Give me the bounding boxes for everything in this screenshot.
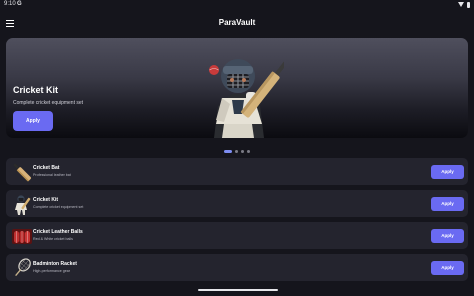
- apply-button[interactable]: Apply: [431, 165, 464, 179]
- apply-button[interactable]: Apply: [431, 261, 464, 275]
- app-title: ParaVault: [218, 18, 256, 27]
- apply-button[interactable]: Apply: [431, 229, 464, 243]
- google-badge-icon: G: [17, 1, 22, 7]
- status-time: 9:10: [4, 1, 16, 7]
- carousel-dot-active[interactable]: [224, 149, 232, 153]
- carousel-dot[interactable]: [241, 149, 244, 153]
- badminton-racket-icon: [15, 258, 31, 276]
- product-title: Badminton Racket: [33, 261, 77, 267]
- product-card-cricket-leather-balls[interactable]: Cricket Leather Balls Red & White cricke…: [6, 222, 468, 249]
- product-title: Cricket Bat: [33, 165, 60, 171]
- wifi-icon: [458, 2, 464, 7]
- apply-button[interactable]: Apply: [431, 197, 464, 211]
- app-bar: ParaVault: [0, 12, 474, 36]
- product-card-cricket-bat[interactable]: Cricket Bat Professional leather bat App…: [6, 158, 468, 185]
- product-card-badminton-racket[interactable]: Badminton Racket High-performance gear A…: [6, 254, 468, 281]
- hero-subtitle: Complete cricket equipment set: [13, 100, 84, 106]
- product-description: Professional leather bat: [33, 173, 71, 177]
- status-icons: [458, 1, 470, 8]
- battery-icon: [467, 1, 470, 8]
- product-title: Cricket Kit: [33, 197, 59, 203]
- hero-apply-button[interactable]: Apply: [13, 111, 53, 131]
- carousel-dot[interactable]: [235, 149, 238, 153]
- home-indicator[interactable]: [198, 289, 278, 291]
- hero-banner[interactable]: Cricket Kit Complete cricket equipment s…: [6, 38, 468, 138]
- carousel-indicator: [224, 149, 250, 153]
- cricket-balls-icon: [12, 229, 32, 244]
- product-description: Complete cricket equipment set: [33, 205, 84, 209]
- cricket-batsman-illustration: [209, 59, 284, 138]
- product-description: High-performance gear: [33, 269, 70, 273]
- status-bar: 9:10 G: [0, 0, 474, 10]
- carousel-dot[interactable]: [247, 149, 250, 153]
- product-description: Red & White cricket balls: [33, 237, 73, 241]
- hero-title: Cricket Kit: [13, 85, 59, 95]
- product-title: Cricket Leather Balls: [33, 229, 83, 235]
- product-card-cricket-kit[interactable]: Cricket Kit Complete cricket equipment s…: [6, 190, 468, 217]
- cricket-player-icon: [15, 195, 31, 215]
- cricket-bat-icon: [13, 163, 32, 182]
